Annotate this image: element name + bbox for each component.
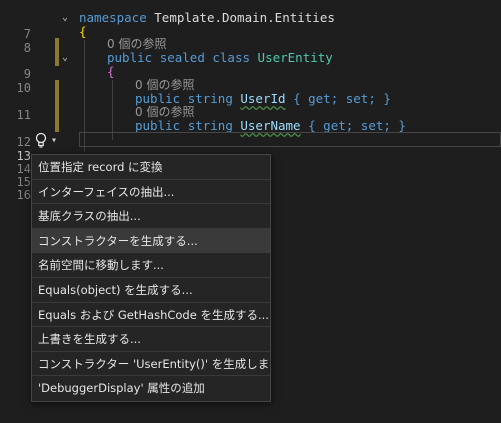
- reference-count[interactable]: 0 個の参照: [135, 78, 194, 92]
- menu-item-generate-constructor[interactable]: コンストラクターを生成する...: [32, 228, 270, 254]
- keyword: namespace: [79, 10, 147, 25]
- menu-item-convert-record[interactable]: 位置指定 record に変換: [32, 155, 270, 180]
- class-name: UserEntity: [257, 50, 333, 65]
- menu-item-generate-equals[interactable]: Equals(object) を生成する...: [32, 278, 270, 303]
- quick-actions-menu[interactable]: 位置指定 record に変換 インターフェイスの抽出... 基底クラスの抽出.…: [31, 154, 271, 402]
- change-marker: [55, 108, 59, 132]
- property-name: UserName: [240, 118, 301, 133]
- menu-item-generate-default-constructor[interactable]: コンストラクター 'UserEntity()' を生成します: [32, 352, 270, 377]
- menu-item-extract-base-class[interactable]: 基底クラスの抽出...: [32, 204, 270, 229]
- change-marker: [55, 80, 59, 108]
- reference-count[interactable]: 0 個の参照: [107, 37, 166, 51]
- menu-item-add-debugger-display[interactable]: 'DebuggerDisplay' 属性の追加: [32, 376, 270, 401]
- accessors: { get; set; }: [308, 118, 406, 133]
- indent-guide: [112, 80, 113, 140]
- quick-actions-button[interactable]: ▾: [34, 131, 66, 149]
- keyword: class: [212, 50, 251, 65]
- keyword: public: [135, 118, 181, 133]
- line-number: 16: [16, 188, 31, 202]
- lightbulb-icon: [35, 132, 47, 148]
- menu-item-generate-equals-hashcode[interactable]: Equals および GetHashCode を生成する...: [32, 303, 270, 328]
- chevron-down-icon[interactable]: ▾: [51, 135, 57, 146]
- menu-item-generate-overrides[interactable]: 上書きを生成する...: [32, 327, 270, 352]
- keyword: public: [107, 50, 153, 65]
- code-editor[interactable]: 7 ⌄ namespace Template.Domain.Entities 8…: [0, 0, 501, 423]
- current-line-highlight: [79, 132, 501, 147]
- reference-count[interactable]: 0 個の参照: [135, 105, 194, 119]
- change-marker: [55, 38, 59, 66]
- menu-item-extract-interface[interactable]: インターフェイスの抽出...: [32, 180, 270, 205]
- keyword: sealed: [159, 50, 205, 65]
- namespace-name: Template.Domain.Entities: [154, 10, 335, 25]
- menu-item-move-namespace[interactable]: 名前空間に移動します...: [32, 253, 270, 278]
- keyword: string: [187, 118, 233, 133]
